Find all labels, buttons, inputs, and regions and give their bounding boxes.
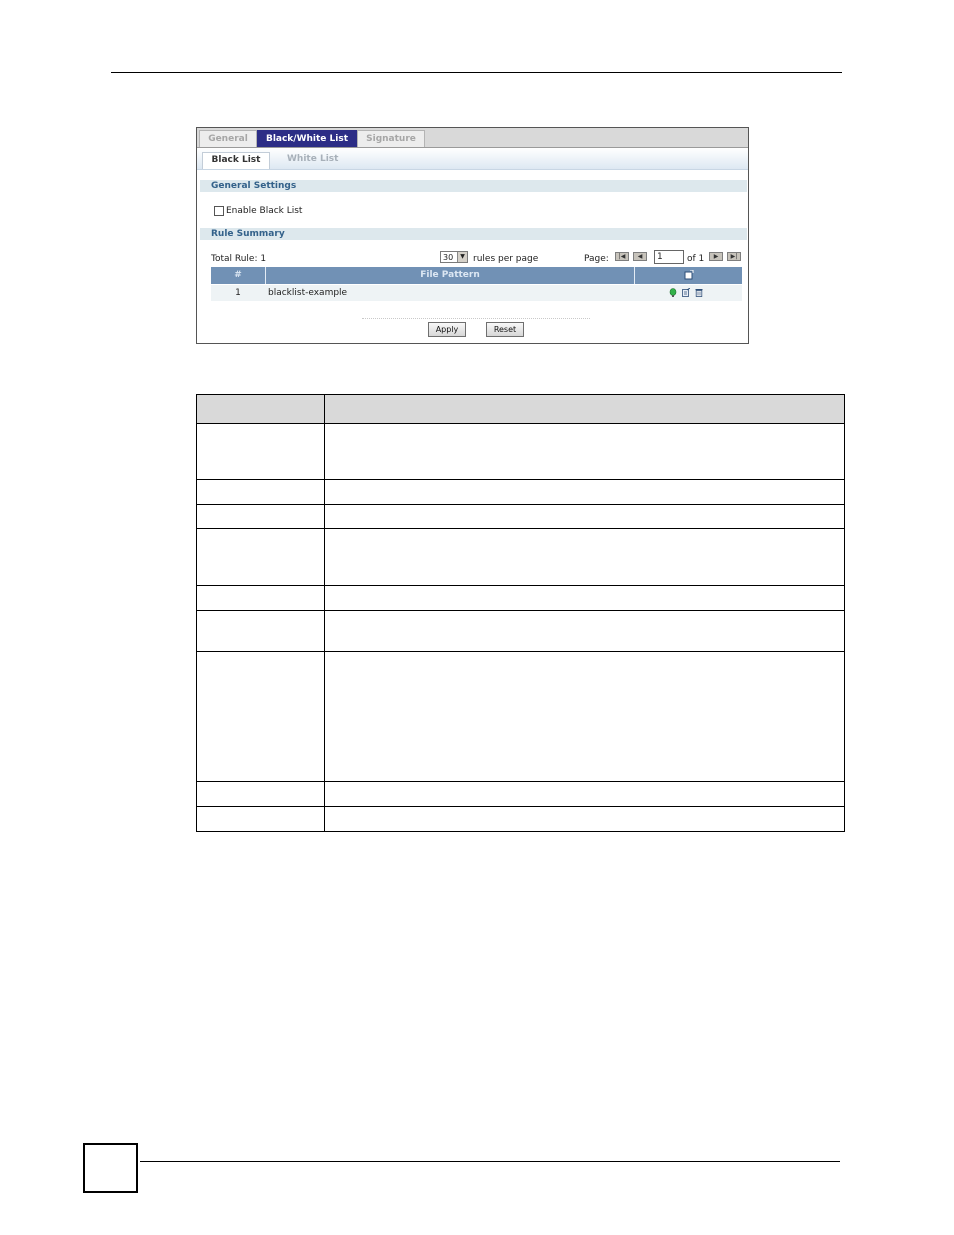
table-row xyxy=(196,423,845,480)
table-row xyxy=(196,528,845,586)
table-row xyxy=(196,479,845,505)
next-page-icon[interactable]: ▶ xyxy=(709,252,723,261)
rules-per-page-select[interactable]: 30 ▼ xyxy=(440,251,468,263)
page-number-input[interactable]: 1 xyxy=(654,250,684,264)
add-icon[interactable] xyxy=(635,267,742,284)
rule-table-header: # File Pattern xyxy=(211,267,742,284)
table-row xyxy=(196,781,845,807)
page-label: Page: xyxy=(584,254,609,264)
page-of-label: of 1 xyxy=(687,254,705,264)
subtab-black-list[interactable]: Black List xyxy=(202,152,270,169)
column-file-pattern: File Pattern xyxy=(420,270,480,280)
page-header-rule xyxy=(111,72,842,73)
rule-summary-heading: Rule Summary xyxy=(200,228,747,240)
table-row xyxy=(196,806,845,832)
row-actions xyxy=(669,285,705,301)
total-rule-label: Total Rule: 1 xyxy=(211,254,267,264)
rules-per-page-value: 30 xyxy=(443,253,454,262)
subtab-bar: Black List White List xyxy=(197,148,748,170)
field-description-table xyxy=(196,394,845,832)
table-row xyxy=(196,651,845,782)
page-number-box xyxy=(83,1143,138,1193)
enable-black-list-label: Enable Black List xyxy=(226,206,303,216)
edit-icon[interactable] xyxy=(681,288,690,297)
table-header-description xyxy=(324,394,845,424)
tab-bar: General Black/White List Signature xyxy=(197,128,748,148)
rule-table: # File Pattern 1 blacklist-example xyxy=(211,267,742,301)
table-row[interactable]: 1 blacklist-example xyxy=(211,285,742,301)
last-page-icon[interactable]: ▶| xyxy=(727,252,741,261)
table-row xyxy=(196,585,845,611)
table-header-row xyxy=(196,394,845,424)
black-white-list-screenshot: General Black/White List Signature Black… xyxy=(196,127,749,344)
enable-black-list-row: Enable Black List xyxy=(214,205,302,217)
tab-black-white-list[interactable]: Black/White List xyxy=(257,130,357,147)
chevron-down-icon[interactable]: ▼ xyxy=(457,252,467,262)
rules-per-page-label: rules per page xyxy=(473,254,539,264)
page-footer-rule xyxy=(140,1161,840,1162)
previous-page-icon[interactable]: ◀ xyxy=(633,252,647,261)
pagination-toolbar: Total Rule: 1 30 ▼ rules per page Page: … xyxy=(211,250,743,265)
button-divider xyxy=(362,318,590,319)
reset-button[interactable]: Reset xyxy=(486,322,524,337)
column-number: # xyxy=(234,270,242,280)
apply-button[interactable]: Apply xyxy=(428,322,466,337)
first-page-icon[interactable]: |◀ xyxy=(615,252,629,261)
tab-general[interactable]: General xyxy=(199,130,257,147)
row-number: 1 xyxy=(235,288,241,298)
table-header-label xyxy=(196,394,325,424)
tab-signature[interactable]: Signature xyxy=(357,130,425,147)
status-on-icon[interactable] xyxy=(669,288,677,297)
general-settings-heading: General Settings xyxy=(200,180,747,192)
table-row xyxy=(196,504,845,529)
table-row xyxy=(196,610,845,652)
delete-icon[interactable] xyxy=(695,288,703,297)
row-file-pattern: blacklist-example xyxy=(268,288,348,298)
enable-black-list-checkbox[interactable] xyxy=(214,206,224,216)
subtab-white-list[interactable]: White List xyxy=(287,152,338,169)
